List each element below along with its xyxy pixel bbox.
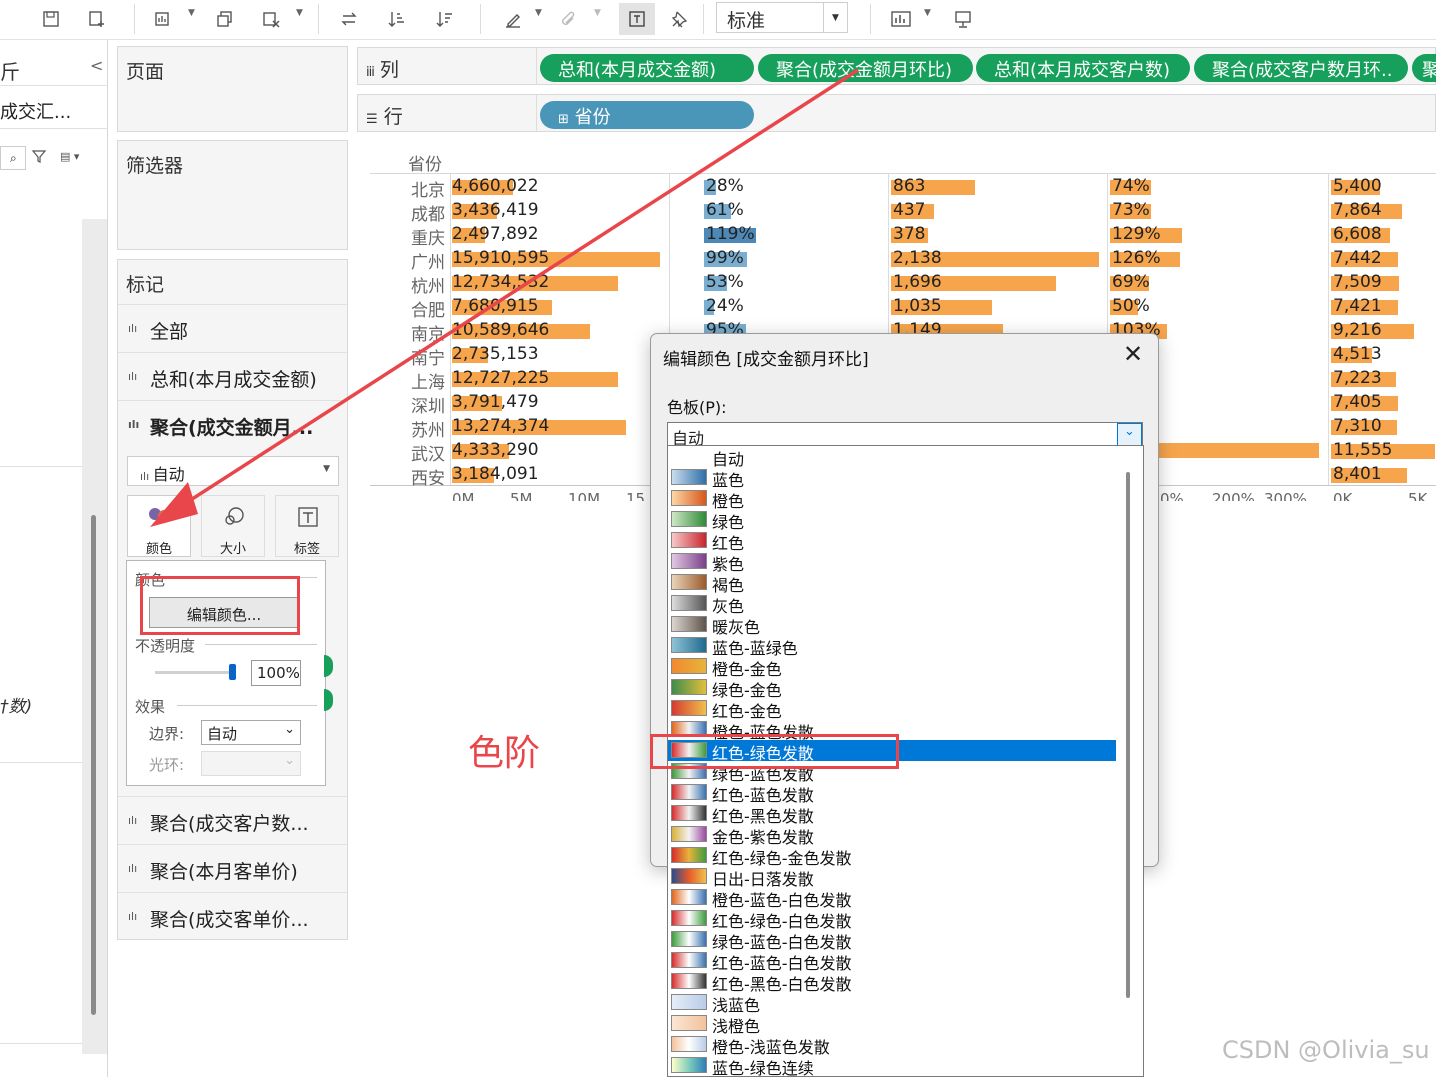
annotation-arrow: [150, 68, 859, 527]
watermark: CSDN @Olivia_su: [1222, 1036, 1430, 1064]
annotation-box-selected-palette: [650, 734, 899, 769]
annotation-box-edit-color: [140, 576, 300, 635]
annotation-text: 色阶: [468, 733, 541, 774]
